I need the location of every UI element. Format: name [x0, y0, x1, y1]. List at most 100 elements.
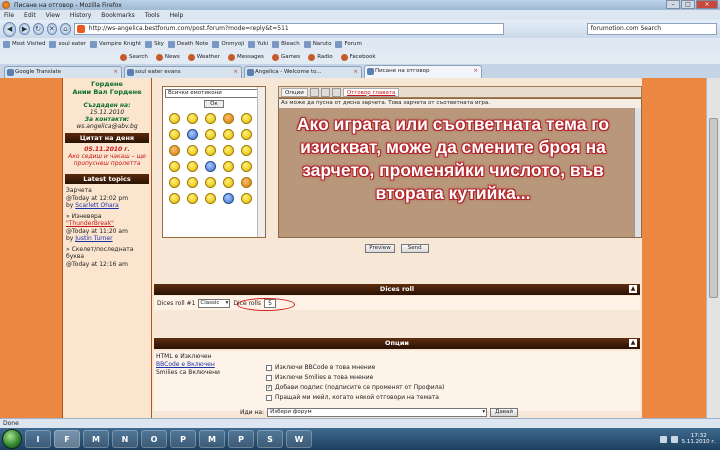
browser-tab[interactable]: Писане на отговор × — [364, 65, 482, 78]
tab-reply[interactable]: Отговор главата — [342, 87, 400, 97]
bbcode-status[interactable]: BBCode е Включен — [156, 361, 220, 369]
collapse-icon[interactable]: ▲ — [629, 339, 637, 347]
smiley-icon[interactable] — [187, 193, 198, 204]
browser-tab[interactable]: Angelica - Welcome to... × — [244, 66, 362, 78]
smilies-category-select[interactable]: Всички емотикони — [165, 89, 263, 98]
topic-title[interactable]: Зарчета — [66, 187, 148, 195]
maximize-button[interactable]: □ — [681, 0, 695, 9]
home-icon[interactable]: ⌂ — [60, 23, 71, 35]
bookmark-item[interactable]: Forum — [335, 40, 362, 48]
close-tab-icon[interactable]: × — [473, 66, 478, 77]
smiley-icon[interactable] — [241, 161, 252, 172]
addon-button[interactable]: Games — [271, 53, 300, 61]
back-icon[interactable]: ◀ — [3, 21, 17, 37]
start-button[interactable] — [2, 429, 22, 449]
smiley-icon[interactable] — [169, 193, 180, 204]
checkbox[interactable] — [266, 374, 272, 381]
smiley-icon[interactable] — [241, 145, 252, 156]
checkbox[interactable] — [266, 394, 272, 401]
addon-button[interactable]: Radio — [308, 53, 333, 61]
stop-icon[interactable]: ✕ — [46, 23, 58, 35]
taskbar-app-media-icon[interactable]: M — [83, 430, 109, 448]
topic-title[interactable]: » Изневяра — [66, 213, 148, 221]
bookmark-item[interactable]: soul eater — [49, 40, 86, 48]
addon-button[interactable]: Facebook — [340, 53, 376, 61]
smiley-icon[interactable] — [187, 161, 198, 172]
smiley-icon[interactable] — [169, 145, 180, 156]
search-input[interactable]: forumotion.com Search — [586, 23, 718, 35]
menu-item-help[interactable]: Help — [170, 12, 184, 19]
smiley-icon[interactable] — [223, 177, 234, 188]
topic-title[interactable]: » Скелет/последната — [66, 246, 148, 254]
option-disable-smilies[interactable]: Изключи Smilies в това мнение — [266, 373, 444, 383]
send-button[interactable]: Send — [400, 244, 429, 253]
smiley-icon[interactable] — [241, 177, 252, 188]
tab-options[interactable]: Опции — [281, 87, 308, 97]
smilies-scrollbar[interactable] — [257, 87, 265, 237]
smiley-icon[interactable] — [169, 161, 180, 172]
reload-icon[interactable]: ↻ — [32, 23, 44, 35]
smiley-icon[interactable] — [223, 129, 234, 140]
bookmark-item[interactable]: Sky — [145, 40, 164, 48]
smiley-icon[interactable] — [223, 161, 234, 172]
scrollbar-thumb[interactable] — [709, 118, 718, 298]
italic-icon[interactable] — [320, 87, 330, 97]
bookmark-item[interactable]: Bleach — [272, 40, 300, 48]
bookmark-item[interactable]: Death Note — [167, 40, 208, 48]
smiley-icon[interactable] — [241, 193, 252, 204]
menu-item-history[interactable]: History — [70, 12, 91, 19]
checkbox-checked[interactable]: ✓ — [266, 384, 272, 391]
taskbar-app-skype-icon[interactable]: S — [257, 430, 283, 448]
smiley-icon[interactable] — [187, 177, 198, 188]
underline-icon[interactable] — [331, 87, 341, 97]
forward-icon[interactable]: ▶ — [19, 23, 30, 35]
address-bar[interactable]: http://ws-angelica.bestforum.com/post.fo… — [73, 23, 504, 35]
smiley-icon[interactable] — [205, 145, 216, 156]
topic-author[interactable]: Scarlett Ohara — [75, 202, 119, 209]
close-button[interactable]: × — [696, 0, 718, 9]
smiley-icon[interactable] — [205, 193, 216, 204]
preview-button[interactable]: Preview — [365, 244, 395, 253]
menu-item-edit[interactable]: Edit — [24, 12, 36, 19]
smiley-icon[interactable] — [169, 113, 180, 124]
minimize-button[interactable]: – — [666, 0, 680, 9]
taskbar-app-ps-icon[interactable]: P — [228, 430, 254, 448]
smiley-icon[interactable] — [169, 177, 180, 188]
smiley-icon[interactable] — [187, 129, 198, 140]
bookmark-item[interactable]: Vampire Knight — [90, 40, 141, 48]
smilies-ok-button[interactable]: Ок — [204, 100, 224, 108]
taskbar-app-word-icon[interactable]: W — [286, 430, 312, 448]
smiley-icon[interactable] — [241, 113, 252, 124]
volume-icon[interactable] — [670, 435, 678, 443]
close-tab-icon[interactable]: × — [113, 67, 118, 78]
topic-link[interactable]: "ThunderBreak" — [66, 220, 148, 228]
option-attach-signature[interactable]: ✓ Добави подпис (подписите се променят от… — [266, 383, 444, 393]
bookmark-item[interactable]: Onmyoji — [212, 40, 244, 48]
addon-button[interactable]: Search — [120, 53, 148, 61]
page-scrollbar[interactable] — [706, 78, 720, 418]
addon-button[interactable]: Weather — [187, 53, 220, 61]
close-tab-icon[interactable]: × — [353, 67, 358, 78]
message-textarea[interactable]: Аз може да пусна от дясна зарчета. Това … — [278, 98, 642, 238]
menu-item-view[interactable]: View — [46, 12, 60, 19]
addon-button[interactable]: Messages — [227, 53, 264, 61]
textarea-scrollbar[interactable] — [634, 108, 641, 237]
checkbox[interactable] — [266, 364, 272, 371]
taskbar-app-paint-icon[interactable]: P — [170, 430, 196, 448]
smiley-icon[interactable] — [187, 113, 198, 124]
smiley-icon[interactable] — [169, 129, 180, 140]
taskbar-app-messenger-icon[interactable]: M — [199, 430, 225, 448]
addon-button[interactable]: News — [155, 53, 180, 61]
bookmark-item[interactable]: Most Visited — [3, 40, 45, 48]
menu-item-bookmarks[interactable]: Bookmarks — [101, 12, 135, 19]
smiley-icon[interactable] — [187, 145, 198, 156]
menu-item-file[interactable]: File — [4, 12, 14, 19]
forum-select[interactable]: Избери форум — [267, 408, 488, 417]
smiley-icon[interactable] — [205, 113, 216, 124]
menu-item-tools[interactable]: Tools — [145, 12, 160, 19]
smiley-icon[interactable] — [241, 129, 252, 140]
smiley-icon[interactable] — [205, 161, 216, 172]
browser-tab[interactable]: Google Translate × — [4, 66, 122, 78]
browser-tab[interactable]: soul eater evans × — [124, 66, 242, 78]
option-disable-bbcode[interactable]: Изключи BBCode в това мнение — [266, 363, 444, 373]
